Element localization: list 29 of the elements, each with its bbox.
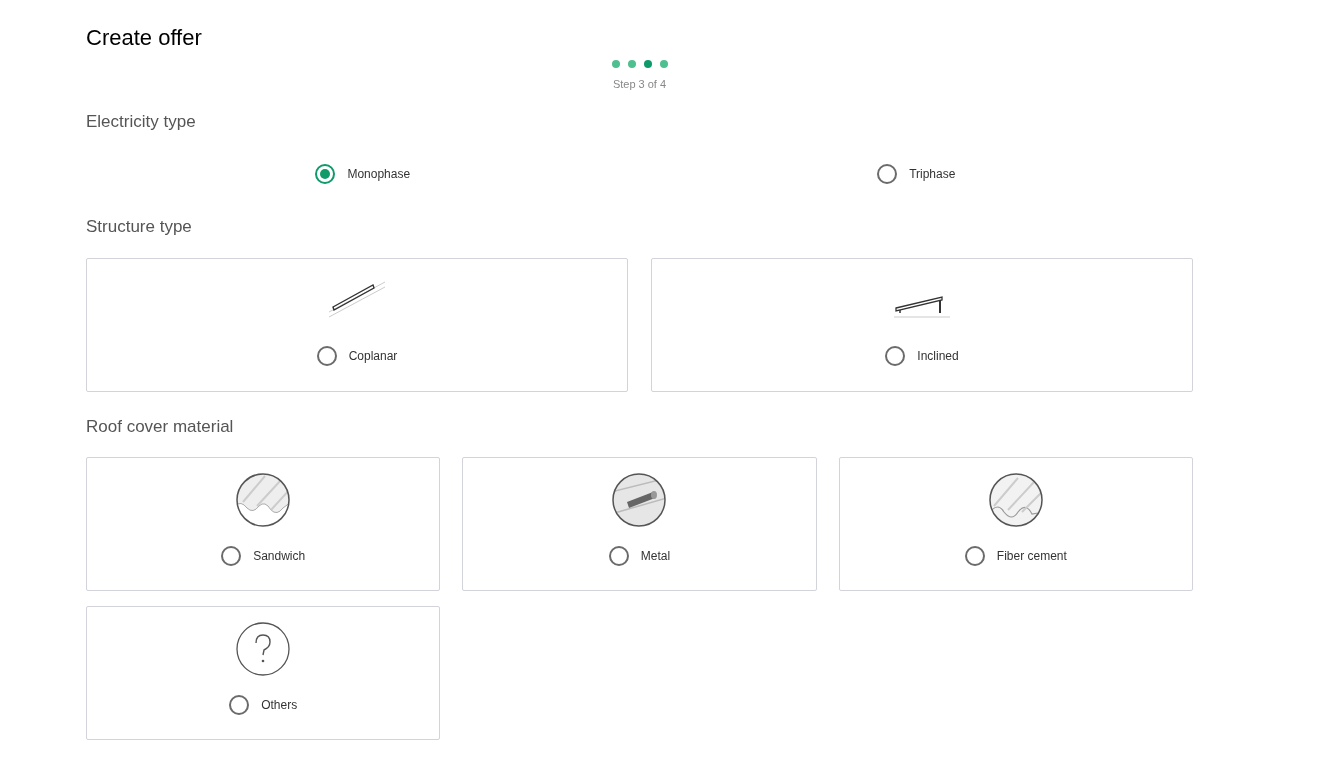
section-heading: Electricity type: [86, 110, 197, 133]
option-card[interactable]: Fiber cement: [838, 457, 1193, 591]
section-heading: Roof cover material: [86, 415, 235, 438]
radio-button[interactable]: [964, 546, 985, 566]
option-label: Monophase: [347, 166, 411, 183]
option-card[interactable]: Metal: [462, 457, 817, 591]
radio-button[interactable]: [229, 695, 250, 715]
radio-button[interactable]: [316, 345, 337, 366]
option-label: Inclined: [917, 347, 959, 365]
option-label: Sandwich: [253, 548, 306, 565]
option-card[interactable]: Inclined: [651, 257, 1193, 392]
section-heading: Structure type: [86, 216, 193, 238]
option-card[interactable]: Coplanar: [86, 257, 628, 392]
radio-button[interactable]: [885, 345, 906, 366]
option-label: Fiber cement: [996, 548, 1067, 565]
step-label: Step 3 of 4: [612, 77, 667, 92]
inclined-panel-icon: [892, 294, 952, 321]
radio-button[interactable]: [877, 164, 898, 184]
option-label: Triphase: [909, 166, 956, 183]
radio-button[interactable]: [221, 546, 242, 566]
page-title: Create offer: [86, 24, 203, 52]
question-mark-icon: [235, 621, 292, 677]
option-label: Metal: [640, 548, 671, 565]
option-label: Others: [261, 697, 298, 714]
radio-button[interactable]: [315, 164, 336, 184]
radio-button[interactable]: [608, 546, 629, 566]
option-card[interactable]: Sandwich: [86, 457, 441, 591]
option-label: Coplanar: [348, 347, 398, 365]
option-card[interactable]: Others: [86, 606, 441, 740]
